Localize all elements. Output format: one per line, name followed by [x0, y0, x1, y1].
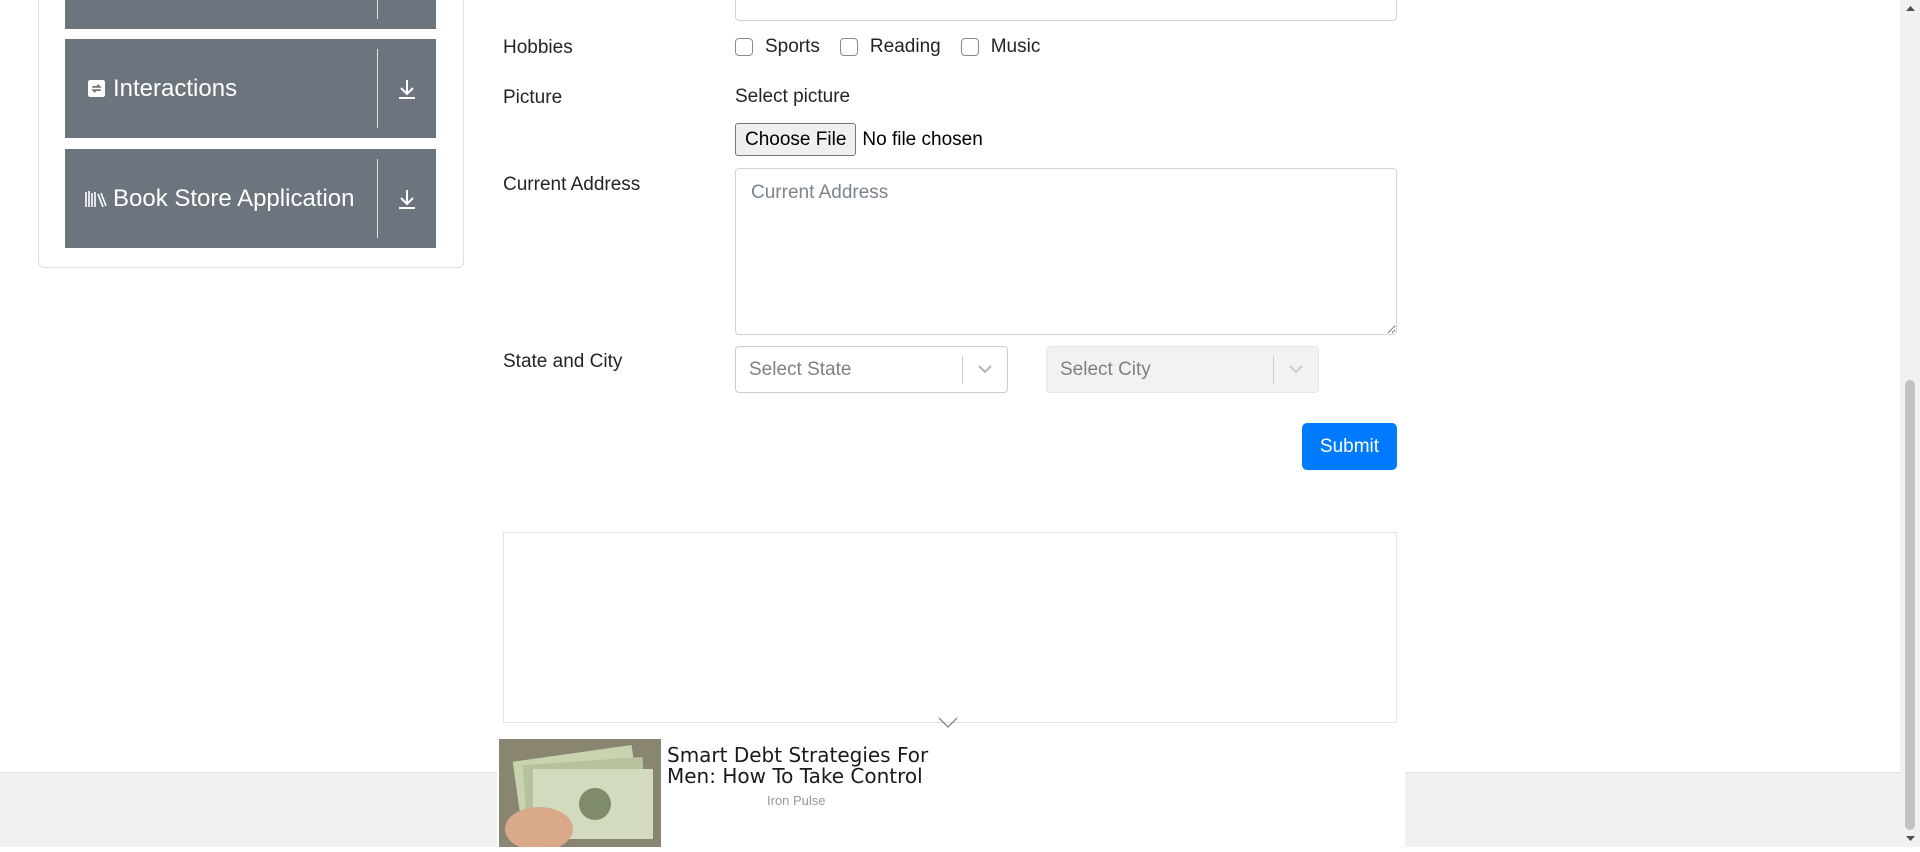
sidebar-item-label: Book Store Application: [113, 184, 355, 212]
sidebar-item-previous[interactable]: [65, 0, 436, 29]
hobby-label-reading[interactable]: Reading: [870, 36, 941, 58]
state-select[interactable]: Select State: [735, 346, 1008, 393]
current-address-textarea[interactable]: [735, 168, 1397, 335]
refresh-icon: [85, 78, 107, 100]
hobbies-checkboxes: Sports Reading Music: [735, 36, 1060, 58]
ad-banner[interactable]: Smart Debt Strategies For Men: How To Ta…: [497, 737, 1405, 851]
sidebar-item-divider: [377, 159, 378, 238]
file-status: No file chosen: [862, 128, 983, 150]
download-icon[interactable]: [378, 188, 436, 210]
sidebar-item-divider: [377, 0, 378, 19]
select-picture-caption: Select picture: [735, 86, 851, 107]
choose-file-button[interactable]: Choose File: [735, 123, 857, 156]
scrollbar-thumb[interactable]: [1905, 380, 1915, 830]
scroll-up-arrow-icon[interactable]: [1900, 0, 1920, 16]
sidebar-item-divider: [377, 49, 378, 128]
hobby-checkbox-sports[interactable]: [735, 38, 753, 56]
sidebar-item-label: Interactions: [113, 74, 238, 102]
city-select-placeholder: Select City: [1060, 358, 1151, 380]
chevron-down-icon[interactable]: [938, 716, 958, 734]
state-select-placeholder: Select State: [749, 358, 852, 380]
hobby-label-music[interactable]: Music: [991, 36, 1041, 58]
hobbies-label: Hobbies: [503, 37, 573, 58]
chevron-down-icon[interactable]: [963, 365, 1007, 374]
current-address-label: Current Address: [503, 174, 641, 195]
city-select[interactable]: Select City: [1046, 346, 1319, 393]
scrollbar[interactable]: [1900, 0, 1920, 847]
subjects-input[interactable]: [735, 0, 1397, 21]
ad-source: Iron Pulse: [767, 793, 826, 808]
ad-thumbnail-image[interactable]: [499, 739, 661, 851]
scroll-down-arrow-icon[interactable]: [1900, 831, 1920, 847]
submit-button[interactable]: Submit: [1302, 423, 1397, 470]
hobby-checkbox-music[interactable]: [960, 38, 979, 56]
hobby-label-sports[interactable]: Sports: [765, 36, 820, 58]
ad-placeholder: [503, 532, 1397, 723]
ad-title[interactable]: Smart Debt Strategies For Men: How To Ta…: [667, 745, 957, 787]
hobby-checkbox-reading[interactable]: [839, 38, 858, 56]
sidebar-item-interactions[interactable]: Interactions: [65, 39, 436, 138]
file-upload: Choose File No file chosen: [735, 123, 983, 156]
picture-label: Picture: [503, 87, 563, 108]
sidebar-item-book-store[interactable]: Book Store Application: [65, 149, 436, 248]
state-city-label: State and City: [503, 351, 623, 372]
books-icon: [85, 188, 107, 210]
download-icon[interactable]: [378, 78, 436, 100]
chevron-down-icon[interactable]: [1274, 365, 1318, 374]
